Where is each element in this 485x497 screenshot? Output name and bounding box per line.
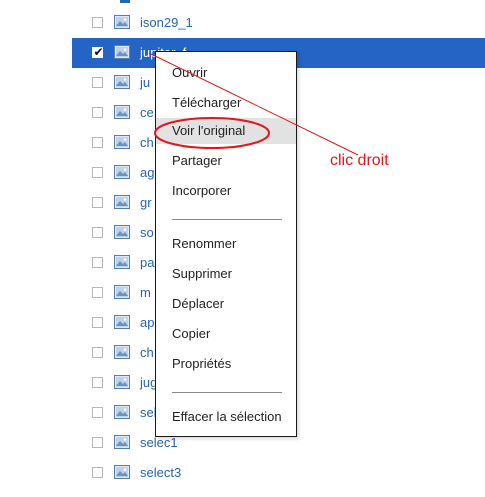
menu-separator [172, 219, 282, 220]
image-file-icon [114, 45, 130, 59]
file-name-link[interactable]: select3 [140, 465, 181, 481]
file-name-link[interactable]: ch [140, 135, 154, 151]
menu-item-download[interactable]: Télécharger [156, 90, 296, 116]
image-file-icon [114, 345, 130, 359]
image-file-icon [114, 165, 130, 179]
image-file-icon [114, 285, 130, 299]
row-checkbox[interactable]: ✔ [92, 45, 104, 59]
menu-item-share[interactable]: Partager [156, 148, 296, 174]
row-checkbox[interactable] [92, 17, 103, 28]
file-name-link[interactable]: ju [140, 75, 150, 91]
row-checkbox[interactable] [92, 137, 103, 148]
image-file-icon [114, 255, 130, 269]
image-file-icon [114, 75, 130, 89]
image-file-icon [114, 225, 130, 239]
image-file-icon [114, 135, 130, 149]
file-row[interactable]: select3 [72, 458, 485, 488]
image-file-icon [114, 315, 130, 329]
file-name-link[interactable]: m [140, 285, 151, 301]
file-name-link[interactable]: pa [140, 255, 154, 271]
menu-item-move[interactable]: Déplacer [156, 291, 296, 317]
menu-item-embed[interactable]: Incorporer [156, 178, 296, 204]
file-name-link[interactable]: ison29_1 [140, 15, 193, 31]
menu-separator [172, 392, 282, 393]
row-checkbox[interactable] [92, 347, 103, 358]
image-file-icon [114, 105, 130, 119]
menu-item-open[interactable]: Ouvrir [156, 60, 296, 86]
row-checkbox[interactable] [92, 437, 103, 448]
file-name-link[interactable]: ce [140, 105, 154, 121]
row-checkbox[interactable] [92, 227, 103, 238]
row-checkbox[interactable] [92, 407, 103, 418]
row-checkbox[interactable] [92, 107, 103, 118]
previous-row-edge [120, 0, 130, 3]
annotation-label: clic droit [330, 152, 389, 169]
row-checkbox[interactable] [92, 77, 103, 88]
image-file-icon [114, 405, 130, 419]
file-name-link[interactable]: gr [140, 195, 152, 211]
file-name-link[interactable]: selec1 [140, 435, 178, 451]
menu-item-copy[interactable]: Copier [156, 321, 296, 347]
context-menu: Ouvrir Télécharger Voir l'original Partager… [155, 51, 297, 437]
row-checkbox[interactable] [92, 287, 103, 298]
image-file-icon [114, 15, 130, 29]
menu-item-rename[interactable]: Renommer [156, 231, 296, 257]
row-checkbox[interactable] [92, 317, 103, 328]
menu-item-view-original[interactable]: Voir l'original [156, 118, 296, 144]
image-file-icon [114, 435, 130, 449]
image-file-icon [114, 375, 130, 389]
file-name-link[interactable]: so [140, 225, 154, 241]
row-checkbox[interactable] [92, 167, 103, 178]
file-name-link[interactable]: ch [140, 345, 154, 361]
image-file-icon [114, 465, 130, 479]
row-checkbox[interactable] [92, 257, 103, 268]
file-name-link[interactable]: ap [140, 315, 154, 331]
menu-item-delete[interactable]: Supprimer [156, 261, 296, 287]
row-checkbox[interactable] [92, 467, 103, 478]
menu-item-properties[interactable]: Propriétés [156, 351, 296, 377]
file-name-link[interactable]: ag [140, 165, 154, 181]
file-row[interactable]: ison29_1 [72, 8, 485, 38]
check-icon: ✔ [93, 45, 104, 59]
row-checkbox[interactable] [92, 197, 103, 208]
menu-item-clear-selection[interactable]: Effacer la sélection [156, 404, 296, 430]
image-file-icon [114, 195, 130, 209]
row-checkbox[interactable] [92, 377, 103, 388]
